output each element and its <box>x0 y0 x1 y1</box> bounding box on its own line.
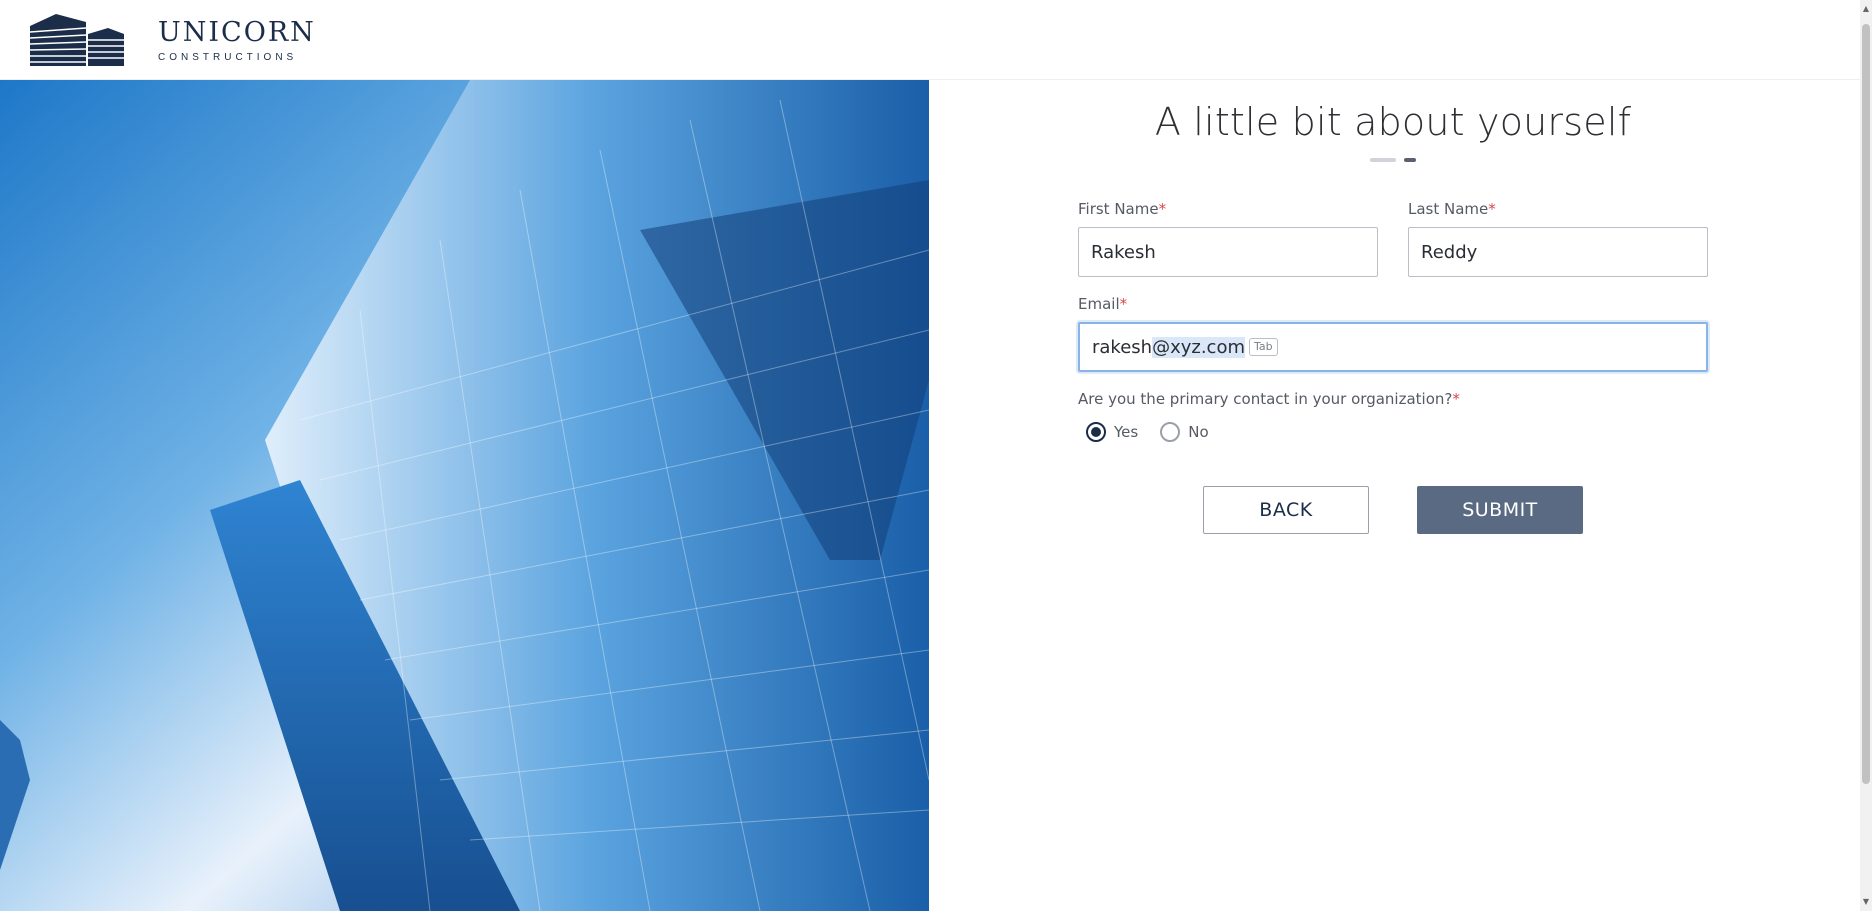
scroll-up-arrow-icon[interactable]: ▲ <box>1860 2 1872 16</box>
submit-button[interactable]: SUBMIT <box>1417 486 1583 534</box>
hero-building-image <box>0 80 929 911</box>
radio-no[interactable]: No <box>1160 422 1209 442</box>
last-name-input[interactable]: Reddy <box>1408 227 1708 277</box>
form-panel: A little bit about yourself First Name* … <box>1078 80 1708 534</box>
first-name-label: First Name* <box>1078 200 1378 218</box>
email-value-selected: @xyz.com <box>1152 336 1245 358</box>
brand-text: UNICORN CONSTRUCTIONS <box>158 16 316 63</box>
radio-no-label: No <box>1188 423 1209 441</box>
scroll-down-arrow-icon[interactable]: ▼ <box>1860 895 1872 909</box>
email-label: Email* <box>1078 295 1708 313</box>
first-name-field: First Name* Rakesh <box>1078 200 1378 277</box>
radio-yes[interactable]: Yes <box>1086 422 1138 442</box>
required-mark: * <box>1119 295 1128 313</box>
first-name-value: Rakesh <box>1091 241 1156 263</box>
last-name-label: Last Name* <box>1408 200 1708 218</box>
email-label-text: Email <box>1078 295 1120 313</box>
brand-logo[interactable]: UNICORN CONSTRUCTIONS <box>28 12 316 68</box>
first-name-input[interactable]: Rakesh <box>1078 227 1378 277</box>
required-mark: * <box>1158 200 1167 218</box>
form-actions: BACK SUBMIT <box>1078 486 1708 534</box>
last-name-label-text: Last Name <box>1408 200 1489 218</box>
step-indicator <box>1078 158 1708 162</box>
radio-yes-circle[interactable] <box>1086 422 1106 442</box>
last-name-value: Reddy <box>1421 241 1478 263</box>
radio-yes-label: Yes <box>1114 423 1139 441</box>
required-mark: * <box>1452 390 1460 408</box>
scrollbar-thumb[interactable] <box>1862 24 1870 784</box>
primary-contact-question-text: Are you the primary contact in your orga… <box>1078 390 1453 408</box>
name-row: First Name* Rakesh Last Name* Reddy <box>1078 200 1708 277</box>
page-scrollbar[interactable]: ▲ ▼ <box>1860 0 1872 911</box>
first-name-label-text: First Name <box>1078 200 1159 218</box>
header: UNICORN CONSTRUCTIONS <box>0 0 1860 80</box>
last-name-field: Last Name* Reddy <box>1408 200 1708 277</box>
primary-contact-radio-group: Yes No <box>1086 422 1708 442</box>
page-title: A little bit about yourself <box>1154 100 1632 144</box>
email-value-prefix: rakesh <box>1092 336 1153 358</box>
email-field: Email* rakesh @xyz.com Tab <box>1078 295 1708 372</box>
step-1 <box>1370 158 1396 162</box>
radio-no-circle[interactable] <box>1160 422 1181 442</box>
required-mark: * <box>1488 200 1496 218</box>
brand-name: UNICORN <box>158 16 316 48</box>
brand-tagline: CONSTRUCTIONS <box>158 51 298 63</box>
step-2-current <box>1404 158 1416 162</box>
buildings-logo-icon <box>29 14 124 66</box>
primary-contact-question: Are you the primary contact in your orga… <box>1078 390 1708 408</box>
tab-autocomplete-hint: Tab <box>1249 338 1278 356</box>
back-button[interactable]: BACK <box>1203 486 1369 534</box>
email-input[interactable]: rakesh @xyz.com Tab <box>1078 322 1708 372</box>
